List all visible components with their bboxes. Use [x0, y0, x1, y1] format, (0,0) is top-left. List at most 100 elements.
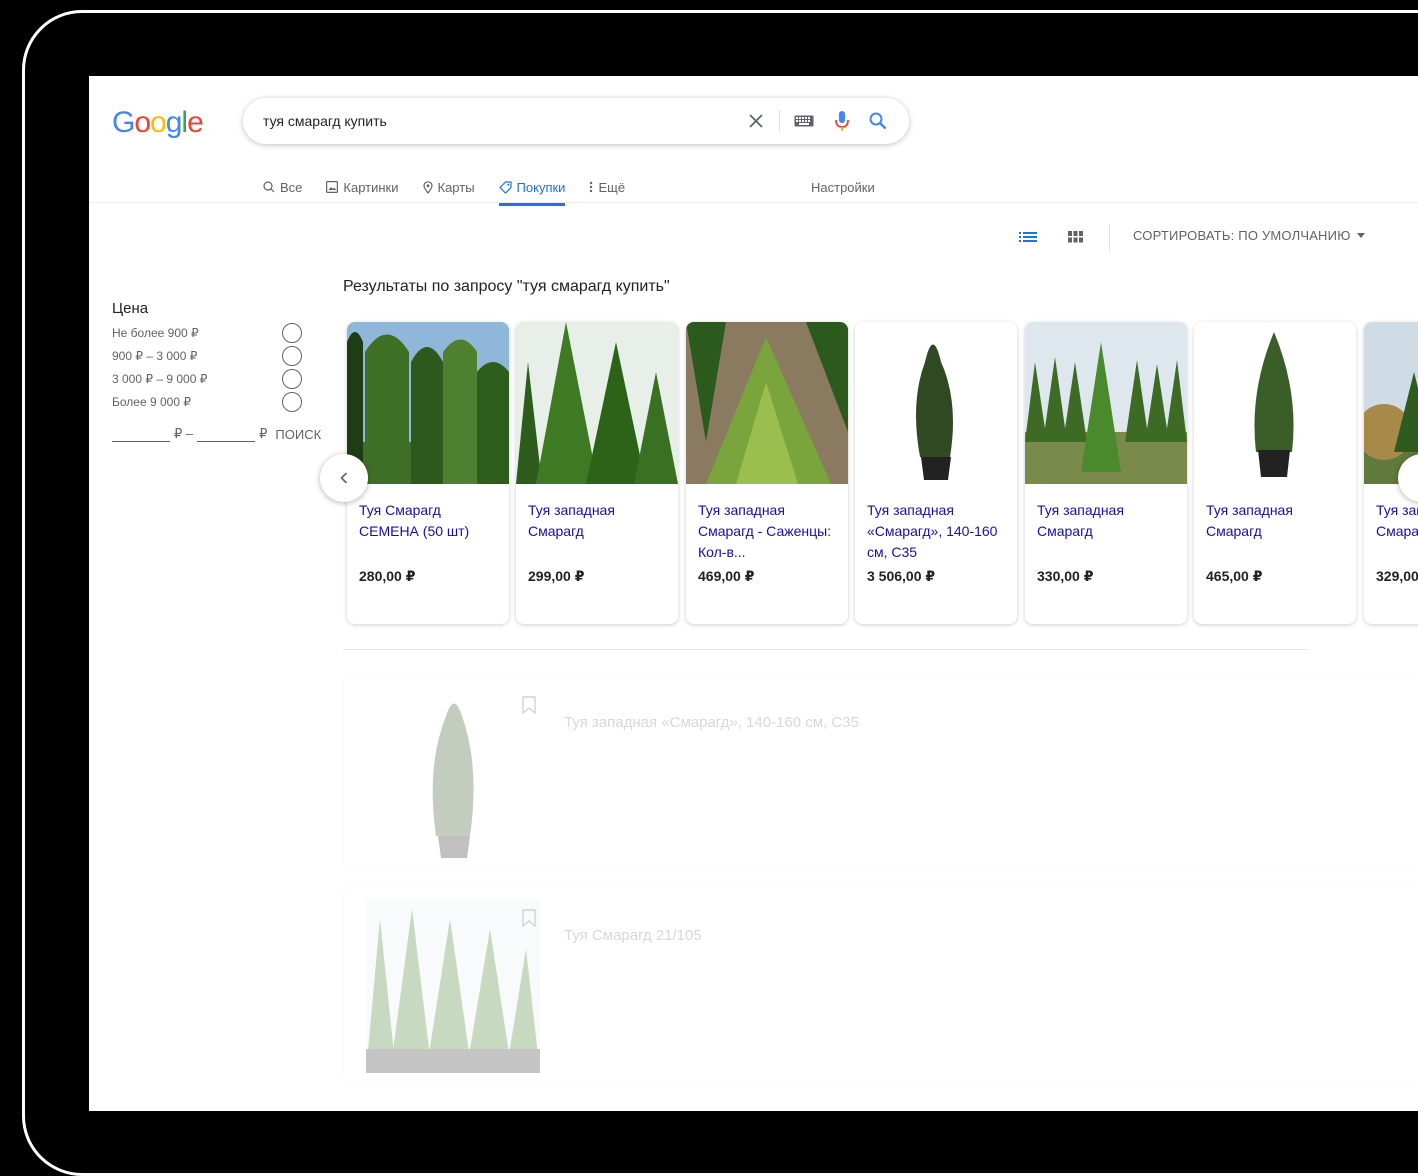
product-title[interactable]: Туя западная Смарагд - Саженцы: Кол-в...: [698, 500, 838, 563]
results-heading: Результаты по запросу "туя смарагд купит…: [343, 278, 670, 295]
search-input[interactable]: [263, 111, 723, 131]
list-view-button[interactable]: [1017, 228, 1039, 246]
voice-search-button[interactable]: [829, 108, 855, 134]
tag-icon: [498, 180, 512, 194]
close-icon: [749, 114, 763, 128]
product-card[interactable]: Туя западная Смарагд - Саженцы: Кол-в...…: [686, 322, 848, 624]
product-price: 299,00 ₽: [528, 568, 585, 584]
microphone-icon: [835, 111, 849, 131]
product-price: 3 506,00 ₽: [867, 568, 936, 584]
product-image[interactable]: [516, 322, 678, 484]
price-filter-title: Цена: [112, 300, 149, 317]
list-result[interactable]: Туя западная «Смарагд», 140-160 см, С35: [343, 673, 1418, 871]
search-divider: [779, 110, 780, 132]
tab-more[interactable]: Ещё: [589, 172, 625, 202]
clear-search-button[interactable]: [743, 108, 769, 134]
result-title[interactable]: Туя Смарагд 21/105: [564, 927, 702, 944]
bookmark-button[interactable]: [522, 909, 536, 928]
product-image[interactable]: [855, 322, 1017, 484]
search-box: [243, 98, 909, 144]
radio-button[interactable]: [282, 323, 302, 343]
search-tabs: Все Картинки Карты Покупки Ещё: [263, 172, 649, 206]
product-image[interactable]: [347, 322, 509, 484]
tab-images[interactable]: Картинки: [326, 172, 399, 202]
search-submit-button[interactable]: [865, 108, 891, 134]
sort-dropdown[interactable]: СОРТИРОВАТЬ: ПО УМОЛЧАНИЮ: [1133, 228, 1365, 243]
product-price: 329,00 ₽: [1376, 568, 1418, 584]
image-icon: [326, 181, 339, 193]
bookmark-button[interactable]: [522, 696, 536, 715]
max-currency: ₽: [259, 426, 268, 441]
list-result[interactable]: Туя Смарагд 21/105: [343, 886, 1418, 1084]
bookmark-icon: [522, 696, 536, 715]
logo-letter: o: [150, 106, 167, 139]
product-merchant: [1376, 592, 1418, 606]
product-title[interactable]: Туя Смарагд СЕМЕНА (50 шт): [359, 500, 499, 542]
carousel-prev-button[interactable]: [320, 454, 368, 502]
tab-all[interactable]: Все: [263, 172, 302, 202]
tab-label: Карты: [437, 179, 475, 195]
settings-link[interactable]: Настройки: [811, 172, 875, 202]
tab-label: Картинки: [343, 179, 399, 195]
search-icon: [263, 181, 275, 193]
product-title[interactable]: Туя западная «Смарагд», 140-160 см, С35: [867, 500, 1007, 563]
price-option[interactable]: 3 000 ₽ – 9 000 ₽: [112, 369, 302, 389]
price-option[interactable]: Не более 900 ₽: [112, 323, 302, 343]
product-title[interactable]: Туя западная Смарагд: [1376, 500, 1418, 542]
caret-down-icon: [1356, 233, 1365, 238]
price-option-label: 900 ₽ – 3 000 ₽: [112, 349, 198, 363]
product-card[interactable]: Туя западная Смарагд 299,00 ₽: [516, 322, 678, 624]
product-card[interactable]: Туя западная «Смарагд», 140-160 см, С35 …: [855, 322, 1017, 624]
tab-label: Все: [280, 179, 303, 195]
product-card[interactable]: Туя Смарагд СЕМЕНА (50 шт) 280,00 ₽: [347, 322, 509, 624]
product-carousel: Туя Смарагд СЕМЕНА (50 шт) 280,00 ₽ Туя …: [347, 322, 1418, 626]
radio-button[interactable]: [282, 346, 302, 366]
price-option[interactable]: Более 9 000 ₽: [112, 392, 302, 412]
product-title[interactable]: Туя западная Смарагд: [528, 500, 668, 542]
grid-view-icon: [1068, 231, 1083, 243]
product-price: 330,00 ₽: [1037, 568, 1094, 584]
product-merchant: [1206, 592, 1326, 606]
product-price: 469,00 ₽: [698, 568, 755, 584]
logo-letter: e: [187, 106, 204, 139]
min-currency: ₽ –: [174, 426, 194, 441]
max-price-input[interactable]: [197, 422, 256, 442]
product-price: 465,00 ₽: [1206, 568, 1263, 584]
product-merchant: [867, 592, 987, 606]
google-logo[interactable]: Google: [112, 106, 204, 140]
tab-label: Покупки: [516, 179, 566, 195]
chevron-left-icon: [340, 472, 348, 484]
product-card[interactable]: Туя западная Смарагд 330,00 ₽: [1025, 322, 1187, 624]
price-option[interactable]: 900 ₽ – 3 000 ₽: [112, 346, 302, 366]
radio-button[interactable]: [282, 369, 302, 389]
grid-view-button[interactable]: [1065, 228, 1087, 246]
map-pin-icon: [422, 180, 433, 194]
more-vert-icon: [590, 181, 593, 193]
logo-letter: G: [112, 106, 135, 139]
sort-label: СОРТИРОВАТЬ: ПО УМОЛЧАНИЮ: [1133, 228, 1351, 243]
product-merchant: [359, 592, 479, 606]
product-image[interactable]: [1025, 322, 1187, 484]
tab-shopping[interactable]: Покупки: [498, 172, 566, 206]
product-image[interactable]: [686, 322, 848, 484]
product-title[interactable]: Туя западная Смарагд: [1206, 500, 1346, 542]
keyboard-button[interactable]: [791, 108, 817, 134]
price-option-label: Более 9 000 ₽: [112, 395, 191, 409]
price-search-button[interactable]: ПОИСК: [275, 427, 321, 442]
tab-maps[interactable]: Карты: [422, 172, 475, 202]
toolbar-divider: [1109, 224, 1110, 250]
product-merchant: [698, 592, 818, 606]
result-title[interactable]: Туя западная «Смарагд», 140-160 см, С35: [564, 714, 859, 731]
product-image[interactable]: [1194, 322, 1356, 484]
radio-button[interactable]: [282, 392, 302, 412]
min-price-input[interactable]: [112, 422, 170, 442]
logo-letter: o: [134, 106, 151, 139]
search-icon: [869, 112, 887, 130]
product-price: 280,00 ₽: [359, 568, 416, 584]
product-title[interactable]: Туя западная Смарагд: [1037, 500, 1177, 542]
result-thumbnail[interactable]: [366, 899, 540, 1073]
product-merchant: [1037, 592, 1157, 606]
product-card[interactable]: Туя западная Смарагд 465,00 ₽: [1194, 322, 1356, 624]
result-thumbnail[interactable]: [366, 686, 540, 860]
list-view-icon: [1019, 232, 1037, 242]
